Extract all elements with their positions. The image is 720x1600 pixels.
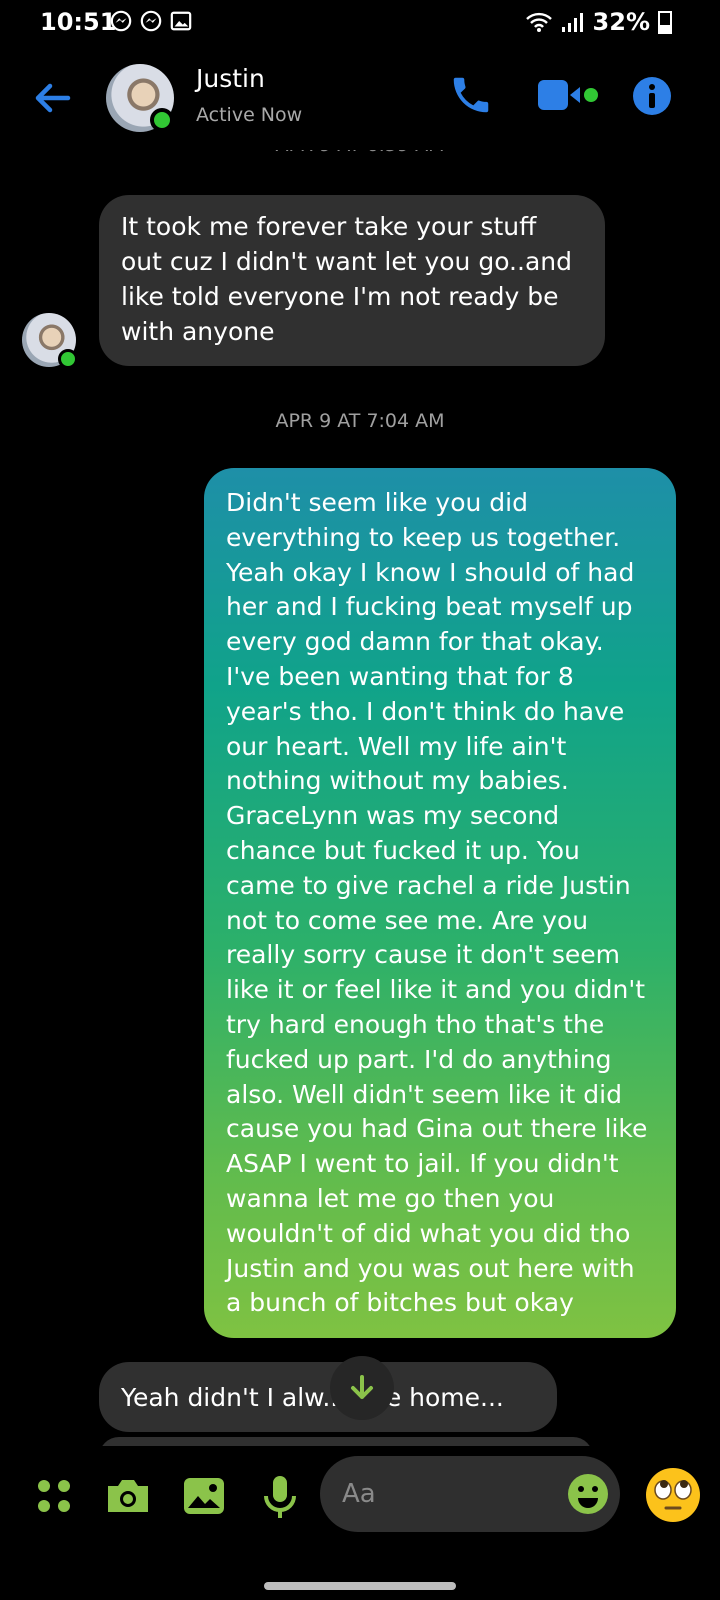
camera-icon[interactable] — [102, 1470, 154, 1522]
scroll-to-bottom-button[interactable] — [330, 1356, 394, 1420]
sent-message[interactable]: Didn't seem like you did everything to k… — [204, 468, 676, 1338]
timestamp: APR 9 AT 7:04 AM — [275, 410, 445, 432]
menu-dots-icon[interactable] — [28, 1470, 80, 1522]
arrow-down-icon — [351, 1375, 373, 1399]
received-message[interactable]: Yeah didn't I alw...ome home... — [99, 1362, 557, 1432]
eye-roll-emoji[interactable] — [644, 1466, 702, 1524]
status-system: 32% — [525, 8, 672, 36]
messenger-icon — [140, 10, 162, 32]
status-time: 10:51 — [40, 8, 117, 36]
gallery-icon[interactable] — [178, 1470, 230, 1522]
message-input-container — [320, 1456, 620, 1532]
battery-percentage: 32% — [592, 8, 650, 36]
home-indicator[interactable] — [264, 1582, 456, 1590]
online-indicator — [150, 108, 174, 132]
active-status: Active Now — [196, 104, 303, 126]
wifi-icon — [525, 12, 552, 32]
online-indicator — [58, 349, 78, 369]
microphone-icon[interactable] — [254, 1470, 306, 1522]
battery-icon — [658, 11, 672, 34]
signal-icon — [561, 13, 583, 32]
contact-name[interactable]: Justin — [196, 64, 265, 93]
notification-icons — [110, 10, 192, 32]
emoji-icon[interactable] — [566, 1472, 610, 1516]
image-icon — [170, 11, 192, 31]
message-composer — [0, 1446, 720, 1556]
status-bar: 10:51 32% — [0, 0, 720, 44]
message-input[interactable] — [342, 1456, 542, 1532]
video-camera-icon[interactable] — [536, 72, 600, 118]
received-message[interactable]: It took me forever take your stuff out c… — [99, 195, 605, 366]
chat-header: Justin Active Now — [0, 50, 720, 150]
info-icon[interactable] — [632, 76, 672, 116]
messenger-icon — [110, 10, 132, 32]
back-arrow-icon[interactable] — [30, 76, 74, 120]
phone-icon[interactable] — [448, 72, 494, 118]
